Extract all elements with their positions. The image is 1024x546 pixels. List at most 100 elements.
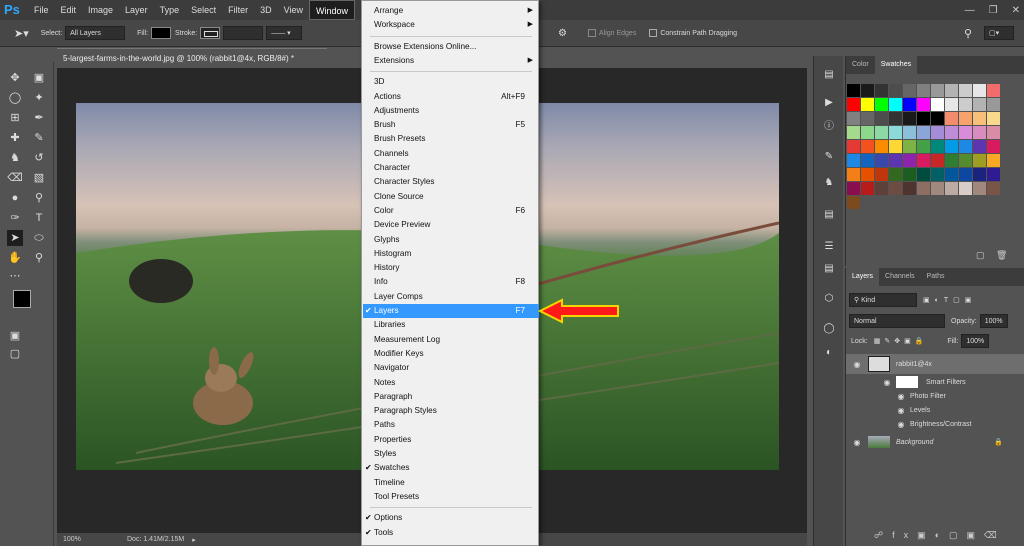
brush-tool-icon[interactable]: ✎ xyxy=(31,130,47,146)
swatch-cell[interactable] xyxy=(931,84,944,97)
swatch-cell[interactable] xyxy=(875,140,888,153)
menu-item-device-preview[interactable]: Device Preview xyxy=(363,218,539,232)
swatch-cell[interactable] xyxy=(973,182,986,195)
clone-stamp-tool-icon[interactable]: ♞ xyxy=(7,150,23,166)
swatch-cell[interactable] xyxy=(959,182,972,195)
swatch-cell[interactable] xyxy=(889,126,902,139)
swatch-cell[interactable] xyxy=(931,154,944,167)
clone-source-panel-icon[interactable]: ♞ xyxy=(822,176,836,190)
adjustments-panel-icon[interactable]: ◐ xyxy=(822,346,836,360)
history-panel-icon[interactable]: ▤ xyxy=(822,68,836,82)
swatch-cell[interactable] xyxy=(959,98,972,111)
menu-item-styles[interactable]: Styles xyxy=(363,447,539,461)
workspace-switcher-icon[interactable]: ▢▾ xyxy=(984,26,1014,40)
layer-filter-dropdown[interactable]: ⚲ Kind xyxy=(849,293,917,307)
swatch-cell[interactable] xyxy=(973,140,986,153)
swatch-cell[interactable] xyxy=(861,112,874,125)
eyedropper-tool-icon[interactable]: ✒ xyxy=(31,110,47,126)
swatch-cell[interactable] xyxy=(931,168,944,181)
swatch-cell[interactable] xyxy=(917,154,930,167)
menu-view[interactable]: View xyxy=(278,0,309,20)
lasso-tool-icon[interactable]: ◯ xyxy=(7,90,23,106)
swatch-cell[interactable] xyxy=(889,154,902,167)
align-edges-checkbox[interactable] xyxy=(587,29,596,37)
swatch-cell[interactable] xyxy=(917,140,930,153)
swatch-cell[interactable] xyxy=(847,112,860,125)
swatch-cell[interactable] xyxy=(973,168,986,181)
swatch-cell[interactable] xyxy=(847,98,860,111)
ellipse-tool-icon[interactable]: ⬭ xyxy=(31,230,47,246)
tab-swatches[interactable]: Swatches xyxy=(874,56,918,74)
swatch-cell[interactable] xyxy=(861,154,874,167)
quick-mask-icon[interactable]: ▣ xyxy=(7,328,23,344)
menu-item-properties[interactable]: Properties xyxy=(363,433,539,447)
swatch-cell[interactable] xyxy=(945,140,958,153)
close-icon[interactable]: ✕ xyxy=(1012,5,1020,16)
menu-item-history[interactable]: History xyxy=(363,261,539,275)
swatch-cell[interactable] xyxy=(847,84,860,97)
new-swatch-icon[interactable]: ▢ xyxy=(976,250,985,261)
swatch-cell[interactable] xyxy=(987,168,1000,181)
swatch-cell[interactable] xyxy=(903,112,916,125)
swatch-cell[interactable] xyxy=(945,168,958,181)
constrain-checkbox[interactable] xyxy=(649,29,658,37)
swatch-cell[interactable] xyxy=(917,168,930,181)
swatch-cell[interactable] xyxy=(917,98,930,111)
menu-item-libraries[interactable]: Libraries xyxy=(363,318,539,332)
menu-item-measurement-log[interactable]: Measurement Log xyxy=(363,333,539,347)
swatch-cell[interactable] xyxy=(875,84,888,97)
properties-panel-icon[interactable]: ▤ xyxy=(822,262,836,276)
paragraph-panel-icon[interactable]: ☰ xyxy=(822,240,836,254)
swatch-cell[interactable] xyxy=(875,98,888,111)
swatch-cell[interactable] xyxy=(861,84,874,97)
marquee-tool-icon[interactable]: ▣ xyxy=(31,70,47,86)
swatch-cell[interactable] xyxy=(959,154,972,167)
swatch-cell[interactable] xyxy=(889,84,902,97)
swatch-cell[interactable] xyxy=(889,98,902,111)
swatch-cell[interactable] xyxy=(903,98,916,111)
brush-panel-icon[interactable]: ✎ xyxy=(822,150,836,164)
menu-item-workspace[interactable]: Workspace ▶ xyxy=(363,18,539,32)
menu-item-browse-extensions-online[interactable]: Browse Extensions Online... xyxy=(363,40,539,54)
swatch-cell[interactable] xyxy=(889,182,902,195)
layer-row-background[interactable]: ◉ Background 🔒 xyxy=(846,433,1024,451)
lock-icons[interactable]: ▦✎✥▣🔒 xyxy=(874,337,928,345)
swatch-cell[interactable] xyxy=(945,126,958,139)
swatch-cell[interactable] xyxy=(917,182,930,195)
swatch-cell[interactable] xyxy=(903,182,916,195)
swatch-cell[interactable] xyxy=(903,168,916,181)
swatch-cell[interactable] xyxy=(987,154,1000,167)
menu-item-layer-comps[interactable]: Layer Comps xyxy=(363,290,539,304)
swatch-cell[interactable] xyxy=(875,112,888,125)
swatch-cell[interactable] xyxy=(959,126,972,139)
filter-icons[interactable]: ▣◐T▢▣ xyxy=(923,296,976,304)
info-panel-icon[interactable]: ⓘ xyxy=(822,120,836,134)
stroke-swatch[interactable] xyxy=(200,27,221,39)
swatch-cell[interactable] xyxy=(931,140,944,153)
swatch-cell[interactable] xyxy=(931,112,944,125)
swatch-cell[interactable] xyxy=(847,168,860,181)
menu-item-paragraph-styles[interactable]: Paragraph Styles xyxy=(363,404,539,418)
zoom-tool-icon[interactable]: ⚲ xyxy=(31,250,47,266)
menu-item-layers[interactable]: Layers F7 ✔ xyxy=(363,304,539,318)
swatch-cell[interactable] xyxy=(945,154,958,167)
swatch-cell[interactable] xyxy=(931,98,944,111)
swatch-cell[interactable] xyxy=(945,98,958,111)
swatch-cell[interactable] xyxy=(931,182,944,195)
swatch-cell[interactable] xyxy=(959,168,972,181)
tab-color[interactable]: Color xyxy=(846,56,875,74)
swatch-cell[interactable] xyxy=(889,168,902,181)
swatch-cell[interactable] xyxy=(945,112,958,125)
swatch-cell[interactable] xyxy=(847,126,860,139)
menu-item-3d[interactable]: 3D xyxy=(363,75,539,89)
menu-item-extensions[interactable]: Extensions ▶ xyxy=(363,54,539,68)
menu-item-histogram[interactable]: Histogram xyxy=(363,247,539,261)
actions-panel-icon[interactable]: ▶ xyxy=(822,96,836,110)
fill-swatch[interactable] xyxy=(151,27,172,39)
libraries-panel-icon[interactable]: ◯ xyxy=(822,322,836,336)
eraser-tool-icon[interactable]: ⌫ xyxy=(7,170,23,186)
minimize-icon[interactable]: — xyxy=(965,5,975,16)
stroke-type-dropdown[interactable]: —— ▾ xyxy=(266,26,303,40)
menu-item-character[interactable]: Character xyxy=(363,161,539,175)
menu-item-tool-presets[interactable]: Tool Presets xyxy=(363,490,539,504)
